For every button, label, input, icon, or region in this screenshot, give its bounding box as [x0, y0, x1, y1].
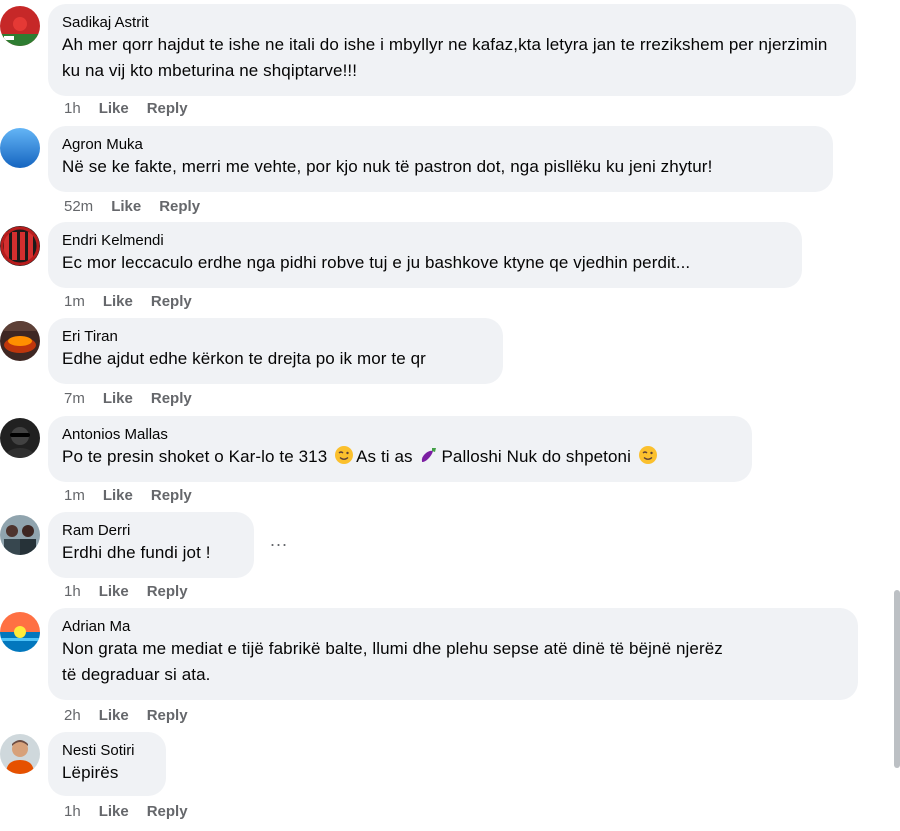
comment-actions: 1h Like Reply [64, 803, 206, 821]
comment-text-line: Non grata me mediat e tijë fabrikë balte… [62, 639, 723, 658]
comment-author[interactable]: Antonios Mallas [62, 426, 738, 444]
comment-time[interactable]: 2h [64, 707, 81, 725]
like-button[interactable]: Like [99, 583, 129, 601]
comment-bubble: Eri Tiran Edhe ajdut edhe kërkon te drej… [48, 318, 503, 384]
comment-time[interactable]: 1h [64, 583, 81, 601]
comment-text-part: Palloshi Nuk do shpetoni [441, 447, 631, 466]
comment-text-line: të degraduar si ata. [62, 665, 211, 684]
comment-actions: 7m Like Reply [64, 390, 210, 408]
comment-time[interactable]: 1h [64, 803, 81, 821]
comment-text: Lëpirës [62, 763, 119, 782]
like-button[interactable]: Like [99, 803, 129, 821]
comment-actions: 2h Like Reply [64, 707, 206, 725]
comment-bubble: Endri Kelmendi Ec mor leccaculo erdhe ng… [48, 222, 802, 288]
reply-button[interactable]: Reply [151, 487, 192, 505]
reply-button[interactable]: Reply [147, 583, 188, 601]
comment-text: Ah mer qorr hajdut te ishe ne itali do i… [62, 35, 828, 80]
avatar[interactable] [0, 226, 40, 266]
comment-text: Edhe ajdut edhe kërkon te drejta po ik m… [62, 349, 426, 368]
like-button[interactable]: Like [99, 707, 129, 725]
comment-time[interactable]: 7m [64, 390, 85, 408]
avatar[interactable] [0, 734, 40, 774]
comment-author[interactable]: Adrian Ma [62, 618, 844, 636]
eggplant-icon [422, 448, 437, 462]
reply-button[interactable]: Reply [147, 707, 188, 725]
avatar[interactable] [0, 515, 40, 555]
comment-time[interactable]: 1m [64, 293, 85, 311]
comment-time[interactable]: 1m [64, 487, 85, 505]
comment-actions: 52m Like Reply [64, 198, 218, 216]
more-options-icon[interactable]: ... [270, 530, 288, 551]
comments-feed: Sadikaj Astrit Ah mer qorr hajdut te ish… [0, 0, 900, 831]
wink-face-icon [335, 446, 354, 464]
comment-text: Erdhi dhe fundi jot ! [62, 543, 211, 562]
comment-bubble: Adrian Ma Non grata me mediat e tijë fab… [48, 608, 858, 700]
reply-button[interactable]: Reply [147, 100, 188, 118]
comment-actions: 1h Like Reply [64, 583, 206, 601]
comment-author[interactable]: Nesti Sotiri [62, 742, 152, 760]
reply-button[interactable]: Reply [147, 803, 188, 821]
reply-button[interactable]: Reply [159, 198, 200, 216]
comment-bubble: Nesti Sotiri Lëpirës [48, 732, 166, 796]
comment-text-part: As ti as [356, 447, 413, 466]
comment-author[interactable]: Eri Tiran [62, 328, 489, 346]
comment-actions: 1h Like Reply [64, 100, 206, 118]
wink-face-icon [638, 446, 657, 464]
like-button[interactable]: Like [99, 100, 129, 118]
avatar[interactable] [0, 321, 40, 361]
comment-author[interactable]: Endri Kelmendi [62, 232, 788, 250]
comment-text: Ec mor leccaculo erdhe nga pidhi robve t… [62, 253, 691, 272]
comment-actions: 1m Like Reply [64, 293, 210, 311]
comment-text: Po te presin shoket o Kar-lo te 313 As t… [62, 444, 738, 470]
comment-actions: 1m Like Reply [64, 487, 210, 505]
reply-button[interactable]: Reply [151, 293, 192, 311]
comment-author[interactable]: Sadikaj Astrit [62, 14, 842, 32]
comment-time[interactable]: 1h [64, 100, 81, 118]
avatar[interactable] [0, 128, 40, 168]
comment-text-part: Po te presin shoket o Kar-lo te 313 [62, 447, 328, 466]
avatar[interactable] [0, 418, 40, 458]
comment-text: Në se ke fakte, merri me vehte, por kjo … [62, 157, 713, 176]
comment-bubble: Sadikaj Astrit Ah mer qorr hajdut te ish… [48, 4, 856, 96]
comment-bubble: Agron Muka Në se ke fakte, merri me veht… [48, 126, 833, 192]
avatar[interactable] [0, 612, 40, 652]
comment-bubble: Ram Derri Erdhi dhe fundi jot ! [48, 512, 254, 578]
comment-author[interactable]: Ram Derri [62, 522, 240, 540]
like-button[interactable]: Like [103, 487, 133, 505]
like-button[interactable]: Like [111, 198, 141, 216]
avatar[interactable] [0, 6, 40, 46]
scrollbar-thumb[interactable] [894, 590, 900, 768]
comment-bubble: Antonios Mallas Po te presin shoket o Ka… [48, 416, 752, 482]
comment-author[interactable]: Agron Muka [62, 136, 819, 154]
comment-time[interactable]: 52m [64, 198, 93, 216]
like-button[interactable]: Like [103, 293, 133, 311]
like-button[interactable]: Like [103, 390, 133, 408]
reply-button[interactable]: Reply [151, 390, 192, 408]
